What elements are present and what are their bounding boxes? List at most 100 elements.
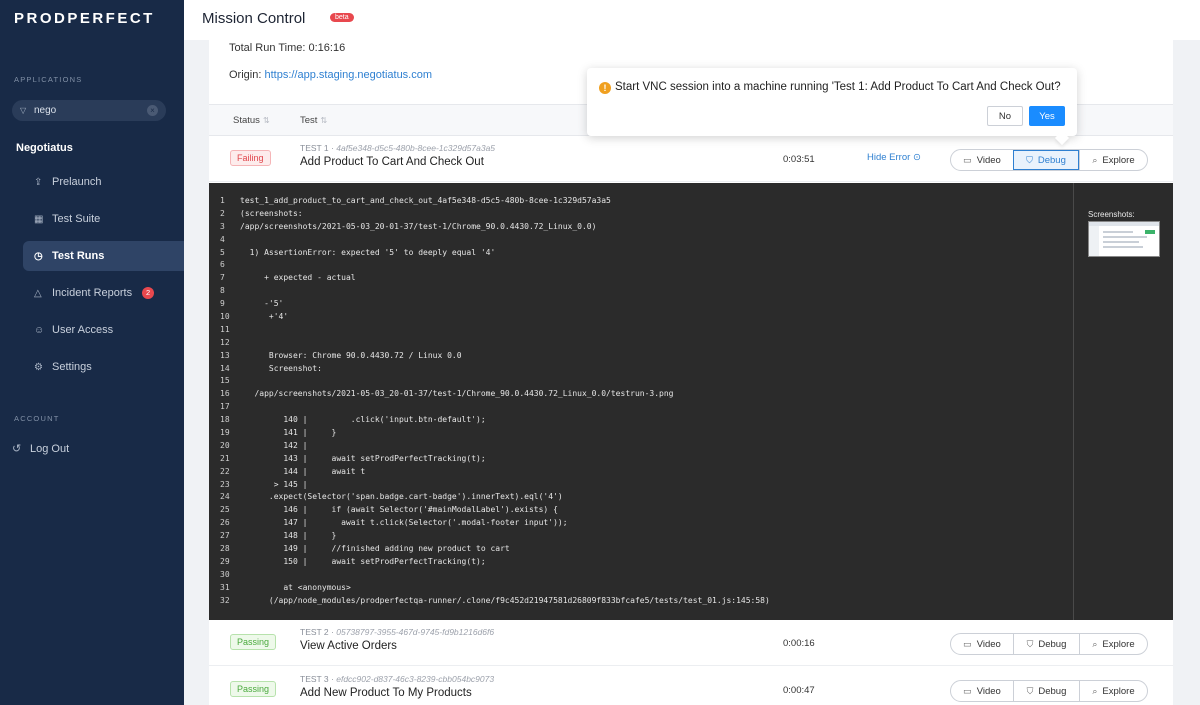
sidebar-item-label: Prelaunch — [52, 176, 102, 188]
console-line: 19 141 | } — [209, 427, 1073, 440]
line-number: 24 — [220, 492, 230, 502]
video-button[interactable]: ▭ Video — [951, 681, 1013, 701]
line-text: Screenshot: — [240, 363, 322, 373]
bug-icon: ⛉ — [1026, 154, 1033, 165]
origin-link[interactable]: https://app.staging.negotiatus.com — [264, 69, 432, 81]
bug-icon: ⛉ — [1026, 638, 1034, 649]
line-number: 22 — [220, 466, 230, 476]
hide-error-link[interactable]: Hide Error ⊙ — [867, 152, 921, 163]
console-line: 2 (screenshots: — [209, 208, 1073, 221]
line-number: 29 — [220, 556, 230, 566]
test-duration: 0:03:51 — [783, 154, 815, 165]
column-test[interactable]: Test ⇅ — [300, 115, 327, 126]
test-duration: 0:00:47 — [783, 685, 815, 696]
origin-label: Origin — [229, 69, 259, 81]
debug-button[interactable]: ⛉ Debug — [1013, 150, 1079, 170]
line-number: 1 — [220, 196, 225, 205]
explore-label: Explore — [1102, 638, 1135, 650]
console-line: 11 — [209, 324, 1073, 337]
users-icon: ☺ — [34, 324, 45, 336]
screenshot-thumbnail[interactable] — [1088, 221, 1160, 257]
column-test-label: Test — [300, 115, 318, 126]
video-button[interactable]: ▭ Video — [951, 150, 1013, 170]
explore-label: Explore — [1102, 154, 1135, 166]
line-text: (screenshots: — [240, 208, 303, 218]
debug-button[interactable]: ⛉ Debug — [1013, 634, 1079, 654]
line-number: 16 — [220, 389, 230, 399]
logout-link[interactable]: ↺ Log Out — [12, 442, 69, 456]
test-number: TEST 2 — [300, 627, 329, 637]
screenshots-label: Screenshots: — [1088, 210, 1135, 219]
console-line: 27 148 | } — [209, 530, 1073, 543]
total-run-time: Total Run Time: 0:16:16 — [229, 42, 346, 54]
console-line: 32 (/app/node_modules/prodperfectqa-runn… — [209, 595, 1073, 608]
console-line: 17 — [209, 401, 1073, 414]
line-number: 4 — [220, 234, 225, 244]
line-text: .expect(Selector('span.badge.cart-badge'… — [240, 492, 563, 502]
line-number: 18 — [220, 415, 230, 425]
bug-icon: ⛉ — [1026, 685, 1034, 696]
test-id: efdcc902-d837-46c3-8239-cbb054bc9073 — [336, 674, 495, 684]
logout-icon: ↺ — [12, 443, 22, 455]
line-number: 28 — [220, 544, 230, 554]
test-meta: TEST 1 · 4af5e348-d5c5-480b-8cee-1c329d5… — [300, 143, 496, 153]
line-text: /app/screenshots/2021-05-03_20-01-37/tes… — [240, 221, 597, 231]
warning-icon: △ — [34, 287, 42, 299]
line-text: -'5' — [240, 299, 284, 309]
line-text — [240, 569, 1073, 582]
line-number: 6 — [220, 260, 225, 270]
column-status[interactable]: Status ⇅ — [233, 115, 270, 126]
account-label: ACCOUNT — [14, 414, 60, 423]
test-actions: ▭ Video ⛉ Debug ⌕ Explore — [950, 149, 1148, 171]
vnc-confirm-popover: ! Start VNC session into a machine runni… — [587, 68, 1077, 146]
debug-label: Debug — [1037, 154, 1066, 166]
console-line: 25 146 | if (await Selector('#mainModalL… — [209, 504, 1073, 517]
sidebar-item-prelaunch[interactable]: ⇪ Prelaunch — [23, 167, 184, 197]
line-text — [240, 337, 1073, 350]
incident-count-badge: 2 — [142, 287, 155, 299]
filter-icon: ▽ — [20, 106, 27, 115]
sidebar-item-test-suite[interactable]: ▦ Test Suite — [23, 204, 184, 234]
total-run-time-value: 0:16:16 — [308, 42, 346, 54]
line-number: 21 — [220, 453, 230, 463]
console-line: 13 Browser: Chrome 90.0.4430.72 / Linux … — [209, 350, 1073, 363]
sidebar-item-label: Settings — [52, 361, 92, 373]
grid-icon: ▦ — [34, 213, 44, 225]
vnc-confirm-message: Start VNC session into a machine running… — [615, 81, 1061, 93]
sidebar-item-settings[interactable]: ⚙ Settings — [23, 352, 184, 382]
test-meta: TEST 2 · 05738797-3955-467d-9745-fd9b121… — [300, 627, 495, 637]
sidebar-item-user-access[interactable]: ☺ User Access — [23, 315, 184, 345]
error-console: 1 test_1_add_product_to_cart_and_check_ou… — [209, 183, 1173, 620]
logo: PRODPERFECT — [14, 10, 155, 27]
line-text: 147 | await t.click(Selector('.modal-foo… — [240, 518, 568, 528]
line-text: 143 | await setProdPerfectTracking(t); — [240, 453, 486, 463]
console-line: 3/app/screenshots/2021-05-03_20-01-37/te… — [209, 221, 1073, 234]
explore-button[interactable]: ⌕ Explore — [1079, 150, 1147, 170]
debug-button[interactable]: ⛉ Debug — [1013, 681, 1079, 701]
video-label: Video — [976, 685, 1001, 697]
applications-label: APPLICATIONS — [14, 75, 83, 84]
line-text — [240, 324, 1073, 337]
line-text: > 145 | — [240, 479, 308, 489]
console-log[interactable]: 1 test_1_add_product_to_cart_and_check_ou… — [209, 195, 1073, 608]
explore-button[interactable]: ⌕ Explore — [1079, 681, 1147, 701]
status-badge: Passing — [230, 634, 277, 650]
no-button[interactable]: No — [987, 106, 1023, 126]
console-line: 26 147 | await t.click(Selector('.modal-… — [209, 517, 1073, 530]
application-search[interactable]: ▽ nego × — [12, 100, 166, 121]
line-number: 17 — [220, 402, 230, 412]
sidebar-item-label: Incident Reports — [52, 287, 133, 299]
application-search-value[interactable]: nego — [34, 105, 147, 116]
line-text: 141 | } — [240, 428, 337, 438]
yes-button[interactable]: Yes — [1029, 106, 1065, 126]
video-button[interactable]: ▭ Video — [951, 634, 1013, 654]
sidebar-item-incident-reports[interactable]: △ Incident Reports 2 — [23, 278, 184, 308]
line-text: 142 | — [240, 440, 308, 450]
clear-icon[interactable]: × — [147, 105, 158, 116]
explore-button[interactable]: ⌕ Explore — [1079, 634, 1147, 654]
sidebar-item-test-runs[interactable]: ◷ Test Runs — [23, 241, 184, 271]
console-line: 31 at <anonymous> — [209, 582, 1073, 595]
line-number: 32 — [220, 595, 230, 605]
line-text — [240, 285, 1073, 298]
console-line: 9 -'5' — [209, 298, 1073, 311]
